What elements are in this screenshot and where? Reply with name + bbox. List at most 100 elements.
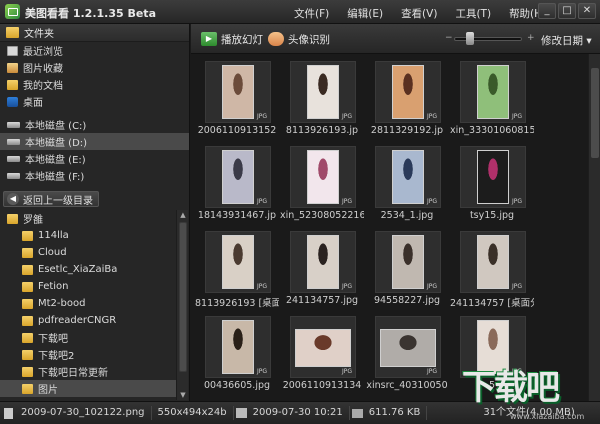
hard-drive-icon: [7, 138, 20, 145]
tree-item-label: 图片: [38, 385, 58, 396]
sort-dropdown[interactable]: 修改日期 ▾: [541, 33, 592, 48]
sidebar-item-label: 桌面: [23, 98, 43, 109]
thumbnail-item[interactable]: JPG xin_52308052216: [280, 142, 364, 224]
drive-c[interactable]: 本地磁盘 (C:): [0, 116, 189, 133]
thumbnail-item[interactable]: JPG 241134757.jpg: [280, 227, 364, 309]
thumbnail-frame: JPG: [290, 61, 356, 123]
sidebar-item-pictures[interactable]: 图片收藏: [0, 59, 189, 76]
photo-thumbnail: [222, 235, 254, 289]
photo-thumbnail: [222, 65, 254, 119]
face-recognition-button[interactable]: 头像识别: [268, 30, 330, 48]
thumbnail-item[interactable]: JPG 8113926193 [桌面分辨率]: [195, 227, 279, 309]
thumbnail-caption: 2811329192.jp: [370, 125, 444, 136]
maximize-button[interactable]: □: [558, 3, 576, 19]
hard-drive-icon: [7, 121, 20, 128]
thumbnail-item[interactable]: JPG 8113926193.jp: [280, 57, 364, 139]
thumbnail-item[interactable]: JPG xin_33301060815: [450, 57, 534, 139]
thumbnail-item[interactable]: JPG tsy15.jpg: [450, 142, 534, 224]
file-type-badge: JPG: [341, 198, 352, 205]
menu-tools[interactable]: 工具(T): [455, 6, 491, 21]
grid-scrollbar[interactable]: [588, 54, 600, 401]
tree-item[interactable]: Fetion: [0, 278, 176, 295]
tree-item[interactable]: pdfreaderCNGR: [0, 312, 176, 329]
slideshow-button[interactable]: ▶ 播放幻灯: [201, 30, 263, 48]
app-logo-icon: [5, 4, 20, 19]
thumbnail-item[interactable]: JPG 2534_1.jpg: [365, 142, 449, 224]
folders-header[interactable]: 文件夹: [0, 24, 189, 42]
thumbnail-item[interactable]: JPG 18143931467.jp: [195, 142, 279, 224]
status-filename: 2009-07-30_102122.png: [15, 406, 152, 420]
scroll-down-icon[interactable]: ▼: [177, 390, 189, 400]
thumbnail-item[interactable]: JPG 00436605.jpg: [195, 312, 279, 394]
sidebar-item-documents[interactable]: 我的文档: [0, 76, 189, 93]
thumbnail-frame: JPG: [375, 146, 441, 208]
drive-e[interactable]: 本地磁盘 (E:): [0, 150, 189, 167]
sidebar: 文件夹 最近浏览 图片收藏 我的文档 桌面 本地磁盘 (C:) 本地磁盘 (D:…: [0, 24, 190, 401]
sidebar-item-desktop[interactable]: 桌面: [0, 93, 189, 110]
folder-icon: [22, 315, 33, 326]
folder-icon: [6, 27, 19, 38]
tree-item-root[interactable]: 罗雒: [0, 210, 176, 227]
tree-item[interactable]: 下载吧2: [0, 346, 176, 363]
tree-item-label: Fetion: [38, 281, 69, 292]
tree-item[interactable]: Mt2-bood: [0, 295, 176, 312]
file-type-badge: JPG: [256, 283, 267, 290]
thumbnail-item[interactable]: JPG 2811329192.jp: [365, 57, 449, 139]
thumbnail-frame: JPG: [460, 231, 526, 293]
zoom-out-icon[interactable]: −: [445, 33, 453, 43]
scroll-up-icon[interactable]: ▲: [177, 210, 189, 220]
tree-item-selected[interactable]: 图片: [0, 380, 176, 397]
tree-item[interactable]: Cloud: [0, 244, 176, 261]
thumbnail-item[interactable]: JPG xinsrc_40310050: [365, 312, 449, 394]
thumbnail-frame: JPG: [205, 61, 271, 123]
thumbnail-frame: JPG: [460, 146, 526, 208]
minimize-button[interactable]: _: [538, 3, 556, 19]
folder-icon: [22, 230, 33, 241]
drive-f[interactable]: 本地磁盘 (F:): [0, 167, 189, 184]
folder-icon: [22, 383, 33, 394]
sidebar-item-label: 我的文档: [23, 81, 63, 92]
thumbnail-item[interactable]: JPG 2006110913134: [280, 312, 364, 394]
tree-item-label: pdfreaderCNGR: [38, 315, 117, 326]
thumbnail-size-slider[interactable]: [454, 37, 522, 41]
drive-label: 本地磁盘 (E:): [25, 155, 86, 166]
tree-item[interactable]: Esetlc_XiaZaiBa: [0, 261, 176, 278]
file-type-badge: JPG: [426, 368, 437, 375]
hard-drive-icon: [7, 172, 20, 179]
menu-edit[interactable]: 编辑(E): [347, 6, 383, 21]
thumbnail-item[interactable]: JPG 94558227.jpg: [365, 227, 449, 309]
thumbnail-item[interactable]: JPG 2006110913152: [195, 57, 279, 139]
photo-thumbnail: [477, 65, 509, 119]
tree-item[interactable]: 下载吧日常更新: [0, 363, 176, 380]
back-arrow-icon: ◀: [7, 193, 19, 205]
slider-handle[interactable]: [466, 32, 474, 45]
thumbnail-frame: JPG: [205, 316, 271, 378]
folder-icon: [22, 264, 33, 275]
zoom-in-icon[interactable]: +: [527, 33, 535, 43]
status-filesize: 611.76 KB: [363, 406, 428, 420]
menu-view[interactable]: 查看(V): [401, 6, 437, 21]
back-to-parent-button[interactable]: ◀ 返回上一级目录: [3, 191, 99, 207]
thumbnail-frame: JPG: [205, 231, 271, 293]
scroll-thumb[interactable]: [591, 68, 599, 158]
close-button[interactable]: ✕: [578, 3, 596, 19]
folder-icon: [22, 298, 33, 309]
thumbnail-item[interactable]: JPG 241134757 [桌面分辨率]: [450, 227, 534, 309]
file-type-badge: JPG: [341, 113, 352, 120]
scroll-thumb[interactable]: [179, 222, 187, 372]
tree-scrollbar[interactable]: ▲ ▼: [176, 210, 188, 400]
menu-file[interactable]: 文件(F): [294, 6, 329, 21]
drive-d[interactable]: 本地磁盘 (D:): [0, 133, 189, 150]
file-type-badge: JPG: [256, 368, 267, 375]
tree-item[interactable]: 114lla: [0, 227, 176, 244]
photo-thumbnail: [222, 150, 254, 204]
thumbnail-frame: JPG: [290, 231, 356, 293]
sidebar-item-recent[interactable]: 最近浏览: [0, 42, 189, 59]
tree-item[interactable]: 下载吧: [0, 329, 176, 346]
file-icon: [4, 407, 13, 419]
tree-item-label: Mt2-bood: [38, 298, 86, 309]
photo-thumbnail: [392, 65, 424, 119]
thumbnail-frame: JPG: [290, 146, 356, 208]
thumbnail-caption: tsy15.jpg: [469, 210, 515, 221]
pictures-icon: [7, 62, 18, 73]
